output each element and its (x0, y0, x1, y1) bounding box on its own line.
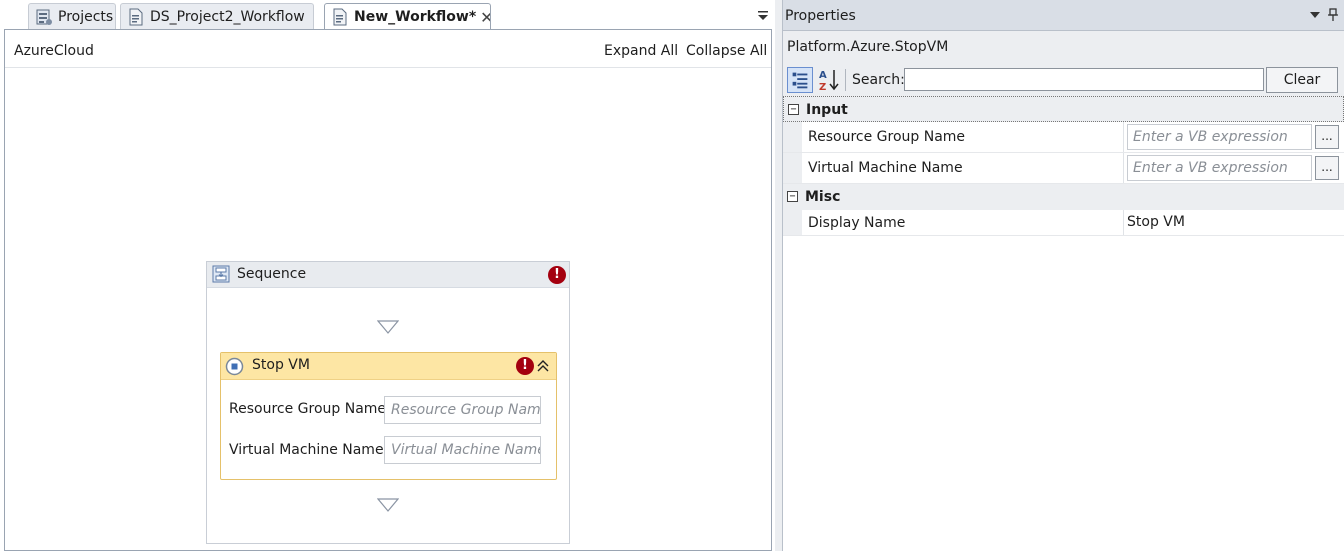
column-divider (1123, 153, 1124, 183)
properties-panel: Properties Platform.Azure.StopVM A Z Sea… (782, 0, 1344, 551)
designer-breadcrumb-bar: AzureCloud Expand All Collapse All (5, 30, 771, 68)
tab-list-dropdown-icon[interactable] (755, 7, 771, 23)
category-misc[interactable]: − Misc (783, 184, 1344, 210)
expression-editor-button[interactable]: ... (1315, 125, 1339, 149)
stop-vm-icon (225, 357, 244, 376)
virtual-machine-name-input[interactable]: Virtual Machine Name (384, 436, 541, 464)
categorized-view-icon[interactable] (787, 67, 813, 93)
tab-new-workflow[interactable]: New_Workflow* ✕ (324, 3, 491, 30)
error-icon: ! (516, 357, 534, 375)
search-label: Search: (852, 72, 905, 88)
expression-editor-button[interactable]: ... (1315, 156, 1339, 180)
property-name: Resource Group Name (808, 129, 966, 145)
sequence-icon (212, 265, 230, 283)
drop-target-arrow-icon[interactable] (377, 498, 399, 512)
projects-icon (36, 9, 52, 25)
selected-object-name: Platform.Azure.StopVM (787, 39, 949, 55)
sequence-header: Sequence ! (207, 262, 569, 288)
activity-header: Stop VM ! (221, 353, 556, 380)
collapse-all-link[interactable]: Collapse All (686, 43, 767, 59)
resource-group-name-input[interactable]: Resource Group Name (384, 396, 541, 424)
properties-toolbar: A Z Search: Clear (783, 63, 1344, 96)
property-name: Virtual Machine Name (808, 160, 963, 176)
column-divider (1123, 122, 1124, 152)
panel-splitter[interactable] (775, 0, 782, 551)
designer-canvas: AzureCloud Expand All Collapse All Seque… (4, 29, 772, 551)
column-divider (1123, 210, 1124, 235)
stop-vm-activity[interactable]: Stop VM ! Resource Group Name Resource G… (220, 352, 557, 480)
alphabetical-sort-icon[interactable]: A Z (816, 67, 842, 93)
workflow-designer-panel: Projects DS_Project2_Workflow New_Workfl… (0, 0, 775, 551)
drop-target-arrow-icon[interactable] (377, 320, 399, 334)
close-icon[interactable]: ✕ (480, 8, 490, 27)
pin-icon[interactable] (1327, 8, 1339, 22)
property-row-resource-group-name[interactable]: Resource Group Name Enter a VB expressio… (783, 122, 1344, 153)
category-label: Misc (805, 189, 841, 205)
collapse-chevron-icon[interactable] (535, 358, 551, 374)
tab-label: New_Workflow* (354, 9, 477, 25)
sequence-activity[interactable]: Sequence ! Stop VM ! Resource Group Name… (206, 261, 570, 544)
resource-group-name-expression-input[interactable]: Enter a VB expression (1127, 124, 1312, 150)
tab-ds-project2-workflow[interactable]: DS_Project2_Workflow (120, 3, 314, 29)
document-tabstrip: Projects DS_Project2_Workflow New_Workfl… (0, 0, 775, 30)
error-icon: ! (548, 266, 566, 284)
display-name-value[interactable]: Stop VM (1127, 214, 1185, 230)
workflow-doc-icon (129, 8, 143, 25)
sequence-title: Sequence (237, 266, 307, 282)
tab-projects[interactable]: Projects (28, 3, 116, 29)
expand-all-link[interactable]: Expand All (604, 43, 678, 59)
category-label: Input (806, 102, 848, 118)
collapse-toggle-icon[interactable]: − (787, 191, 798, 202)
dropdown-icon[interactable] (1309, 9, 1321, 21)
row-gutter (783, 153, 802, 183)
collapse-toggle-icon[interactable]: − (788, 104, 799, 115)
properties-titlebar: Properties (783, 0, 1344, 31)
virtual-machine-name-expression-input[interactable]: Enter a VB expression (1127, 155, 1312, 181)
svg-text:A: A (819, 70, 827, 81)
selected-object-bar: Platform.Azure.StopVM (783, 31, 1344, 63)
workflow-doc-icon (333, 8, 347, 26)
category-input[interactable]: − Input (783, 96, 1344, 122)
row-gutter (783, 122, 802, 152)
activity-title: Stop VM (252, 357, 310, 373)
virtual-machine-name-label: Virtual Machine Name (229, 442, 384, 458)
property-row-virtual-machine-name[interactable]: Virtual Machine Name Enter a VB expressi… (783, 153, 1344, 184)
breadcrumb[interactable]: AzureCloud (14, 43, 94, 59)
property-row-display-name[interactable]: Display Name Stop VM (783, 210, 1344, 236)
toolbar-separator (845, 69, 846, 91)
row-gutter (783, 210, 802, 235)
svg-text:Z: Z (819, 82, 826, 93)
search-input[interactable] (904, 68, 1264, 91)
tab-label: Projects (58, 8, 114, 25)
property-name: Display Name (808, 215, 906, 231)
clear-button[interactable]: Clear (1266, 67, 1338, 93)
panel-title: Properties (785, 8, 856, 24)
tab-label: DS_Project2_Workflow (150, 8, 305, 25)
resource-group-name-label: Resource Group Name (229, 401, 387, 417)
